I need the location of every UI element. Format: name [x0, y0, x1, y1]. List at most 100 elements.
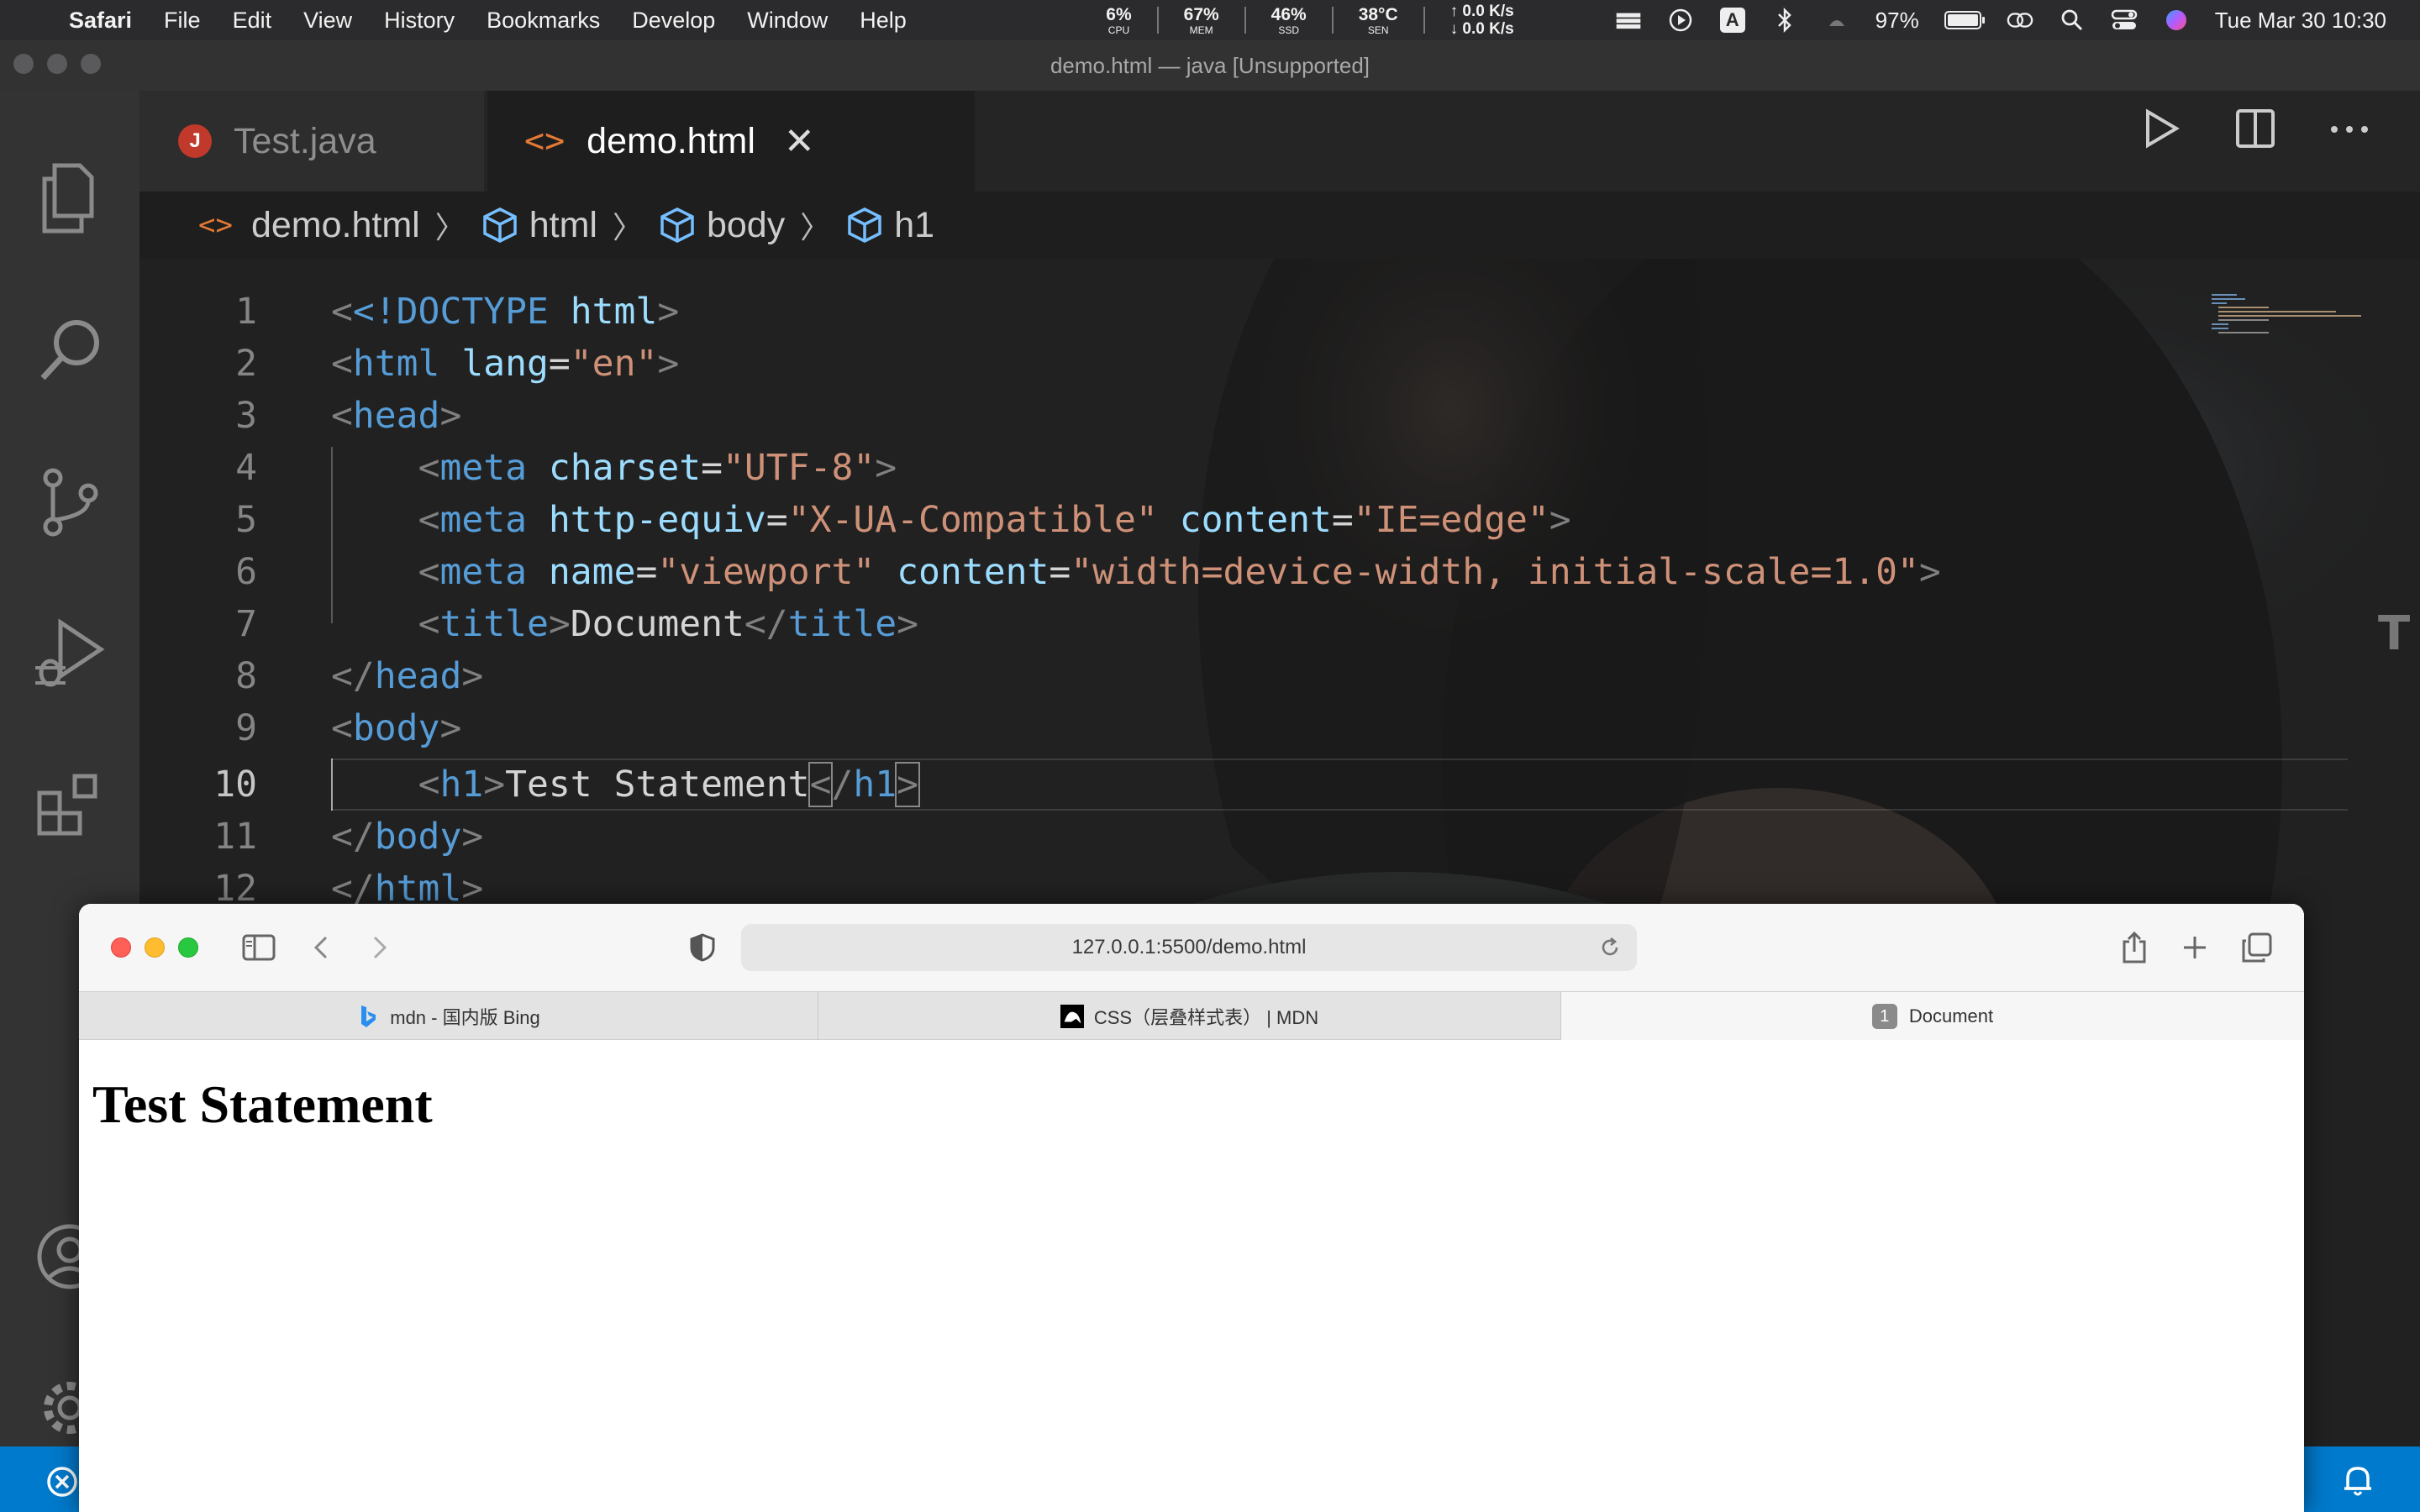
breadcrumb-item[interactable]: body: [707, 205, 785, 246]
link-icon[interactable]: [2007, 7, 2033, 34]
explorer-icon[interactable]: [28, 156, 112, 240]
tab-title: mdn - 国内版 Bing: [390, 1007, 540, 1028]
window-minimize-button[interactable]: [145, 937, 165, 958]
input-source-icon[interactable]: A: [1719, 7, 1746, 34]
clock[interactable]: Tue Mar 30 10:30: [2215, 8, 2386, 34]
code-token: "en": [570, 343, 658, 385]
bluetooth-icon[interactable]: [1771, 7, 1798, 34]
forward-chevron-icon[interactable]: [363, 929, 397, 966]
breadcrumb-item[interactable]: h1: [894, 205, 934, 246]
breadcrumb: <> demo.html 〉 html 〉 body 〉 h1: [139, 192, 2420, 259]
menu-develop[interactable]: Develop: [632, 8, 715, 34]
code-token: "UTF-8": [723, 447, 876, 489]
sensor-stat[interactable]: 38°C SEN: [1359, 6, 1398, 35]
window-zoom-button[interactable]: [81, 54, 101, 74]
tab-close-icon[interactable]: ✕: [784, 120, 815, 163]
code-token: head: [374, 655, 462, 697]
search-icon[interactable]: [28, 309, 112, 393]
divider: [1331, 7, 1334, 34]
more-actions-icon[interactable]: [2329, 123, 2370, 139]
code-token: h1: [853, 764, 897, 806]
siri-icon[interactable]: [2163, 7, 2190, 34]
chevron-right-icon: 〉: [800, 210, 831, 244]
play-circle-icon[interactable]: [1667, 7, 1694, 34]
remote-indicator-icon[interactable]: [45, 1465, 79, 1503]
menu-bookmarks[interactable]: Bookmarks: [487, 8, 600, 34]
run-debug-icon[interactable]: [28, 612, 112, 696]
mem-value: 67%: [1183, 4, 1219, 24]
sensor-label: SEN: [1367, 24, 1389, 36]
control-center-icon[interactable]: [2111, 7, 2138, 34]
code-line[interactable]: 8 </head>: [139, 650, 2341, 702]
code-line[interactable]: 11 </body>: [139, 811, 2341, 863]
code-line[interactable]: 2 <html lang="en">: [139, 338, 2341, 390]
menu-history[interactable]: History: [384, 8, 455, 34]
privacy-shield-icon[interactable]: [686, 931, 719, 964]
menu-edit[interactable]: Edit: [233, 8, 272, 34]
window-close-button[interactable]: [111, 937, 131, 958]
java-file-icon: J: [178, 124, 212, 158]
network-stat[interactable]: ↑ 0.0 K/s ↓ 0.0 K/s: [1450, 3, 1514, 38]
code-line[interactable]: 4 <meta charset="UTF-8">: [139, 442, 2341, 494]
code-line[interactable]: 9 <body>: [139, 702, 2341, 754]
overview-ruler-marker: T: [2378, 606, 2411, 661]
sidebar-toggle-icon[interactable]: [240, 929, 277, 966]
breadcrumb-item[interactable]: demo.html: [251, 205, 420, 246]
code-token: name: [548, 551, 636, 593]
reload-icon[interactable]: [1598, 936, 1622, 965]
cpu-stat[interactable]: 6% CPU: [1106, 6, 1131, 35]
line-number: 9: [235, 707, 257, 749]
menu-window[interactable]: Window: [747, 8, 828, 34]
mdn-favicon-icon: [1060, 1005, 1084, 1028]
divider: [1423, 7, 1425, 34]
new-tab-plus-icon[interactable]: [2176, 929, 2213, 966]
split-editor-icon[interactable]: [2235, 108, 2275, 153]
dock-icon[interactable]: [1615, 7, 1642, 34]
tab-overview-icon[interactable]: [2238, 929, 2275, 966]
tab-label: Test.java: [234, 120, 376, 161]
spotlight-search-icon[interactable]: [2059, 7, 2086, 34]
source-control-icon[interactable]: [28, 460, 112, 544]
battery-icon[interactable]: [1944, 11, 1985, 29]
notifications-bell-icon[interactable]: [2339, 1462, 2376, 1503]
extensions-icon[interactable]: [28, 763, 112, 847]
code-line[interactable]: 3 <head>: [139, 390, 2341, 442]
share-icon[interactable]: [2116, 927, 2153, 968]
element-cube-icon: [845, 206, 884, 244]
run-file-icon[interactable]: [2139, 108, 2181, 154]
code-line-current[interactable]: 10 <h1>Test Statement</h1>: [139, 759, 2341, 811]
browser-tab[interactable]: mdn - 国内版 Bing: [79, 992, 818, 1041]
window-zoom-button[interactable]: [178, 937, 198, 958]
code-token: meta: [439, 499, 528, 541]
input-source-label: A: [1719, 8, 1745, 33]
code-token: "X-UA-Compatible": [787, 499, 1158, 541]
code-token: html: [352, 343, 440, 385]
code-token: html: [570, 291, 658, 333]
code-line[interactable]: 6 <meta name="viewport" content="width=d…: [139, 546, 2341, 598]
ssd-stat[interactable]: 46% SSD: [1271, 6, 1307, 35]
mem-stat[interactable]: 67% MEM: [1184, 6, 1219, 35]
code-token: "width=device-width, initial-scale=1.0": [1071, 551, 1919, 593]
menu-app-name[interactable]: Safari: [69, 8, 132, 34]
window-close-button[interactable]: [13, 54, 34, 74]
back-chevron-icon[interactable]: [304, 929, 338, 966]
window-minimize-button[interactable]: [47, 54, 67, 74]
tab-demo-html[interactable]: <> demo.html ✕: [487, 91, 975, 192]
code-line[interactable]: 7 <title>Document</title>: [139, 598, 2341, 650]
bing-favicon-icon: [356, 1005, 380, 1028]
address-bar[interactable]: 127.0.0.1:5500/demo.html: [741, 924, 1637, 971]
brightness-icon[interactable]: [1823, 7, 1850, 34]
menu-file[interactable]: File: [164, 8, 201, 34]
tab-number-badge: 1: [1871, 1004, 1897, 1029]
menu-view[interactable]: View: [303, 8, 352, 34]
browser-tab-active[interactable]: 1 Document: [1561, 992, 2304, 1041]
html-file-icon: <>: [524, 122, 566, 160]
tab-test-java[interactable]: J Test.java: [139, 91, 484, 192]
line-number: 10: [213, 764, 257, 806]
menu-help[interactable]: Help: [860, 8, 907, 34]
browser-tab[interactable]: CSS（层叠样式表） | MDN: [818, 992, 1561, 1041]
breadcrumb-item[interactable]: html: [529, 205, 597, 246]
code-line[interactable]: 1 <<!DOCTYPE html>: [139, 286, 2341, 338]
tab-label: demo.html: [587, 120, 755, 161]
code-line[interactable]: 5 <meta http-equiv="X-UA-Compatible" con…: [139, 494, 2341, 546]
